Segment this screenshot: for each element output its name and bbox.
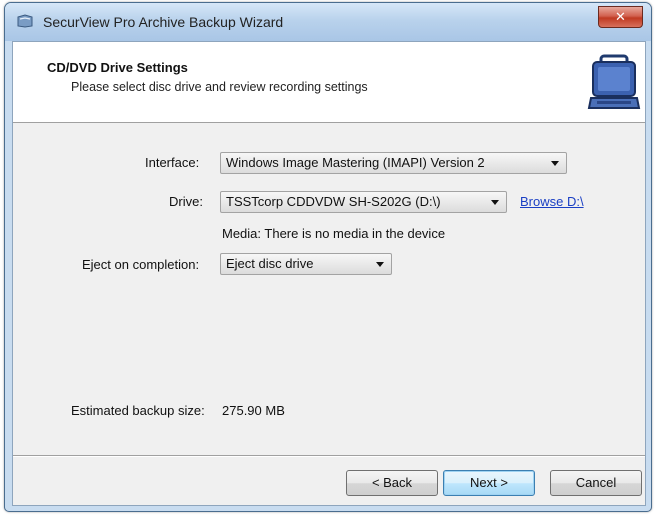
footer-divider xyxy=(13,455,645,457)
back-button[interactable]: < Back xyxy=(346,470,438,496)
media-status: Media: There is no media in the device xyxy=(222,226,446,241)
wizard-window: SecurView Pro Archive Backup Wizard ✕ CD… xyxy=(4,2,652,512)
page-subtitle: Please select disc drive and review reco… xyxy=(71,80,368,94)
browse-drive-link[interactable]: Browse D:\ xyxy=(520,194,584,209)
close-button[interactable]: ✕ xyxy=(598,6,643,28)
wizard-header: CD/DVD Drive Settings Please select disc… xyxy=(13,42,645,123)
drive-label: Drive: xyxy=(169,194,203,209)
estimated-size-value: 275.90 MB xyxy=(222,403,285,418)
next-button[interactable]: Next > xyxy=(443,470,535,496)
eject-label: Eject on completion: xyxy=(82,257,200,272)
portable-computer-icon xyxy=(587,54,641,109)
drive-dropdown[interactable]: TSSTcorp CDDVDW SH-S202G (D:\) xyxy=(220,191,507,213)
cancel-button[interactable]: Cancel xyxy=(550,470,642,496)
page-title: CD/DVD Drive Settings xyxy=(47,60,188,75)
app-icon xyxy=(17,14,33,28)
eject-dropdown[interactable]: Eject disc drive xyxy=(220,253,392,275)
chevron-down-icon xyxy=(491,200,499,205)
interface-label: Interface: xyxy=(145,155,200,170)
drive-value: TSSTcorp CDDVDW SH-S202G (D:\) xyxy=(226,194,441,209)
eject-value: Eject disc drive xyxy=(226,256,314,271)
window-title: SecurView Pro Archive Backup Wizard xyxy=(43,14,284,30)
title-bar[interactable]: SecurView Pro Archive Backup Wizard ✕ xyxy=(5,3,651,41)
wizard-body: CD/DVD Drive Settings Please select disc… xyxy=(12,41,646,506)
interface-value: Windows Image Mastering (IMAPI) Version … xyxy=(226,155,485,170)
chevron-down-icon xyxy=(376,262,384,267)
estimated-size-label: Estimated backup size: xyxy=(71,403,205,418)
close-icon: ✕ xyxy=(615,9,626,24)
interface-dropdown[interactable]: Windows Image Mastering (IMAPI) Version … xyxy=(220,152,567,174)
chevron-down-icon xyxy=(551,161,559,166)
